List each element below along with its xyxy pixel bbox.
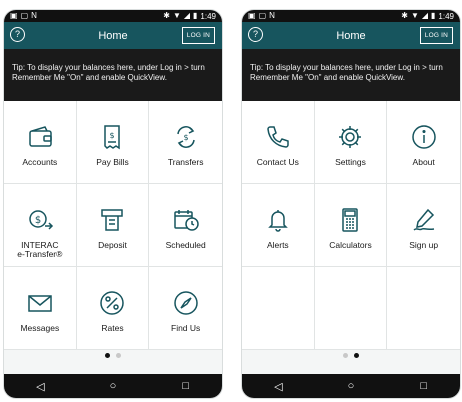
tile-label: Find Us — [171, 323, 201, 333]
n-icon: N — [269, 11, 275, 20]
notification-icon: ▢ — [20, 11, 29, 20]
tile-label: Transfers — [167, 157, 204, 167]
phone-screen-1: ▣ ▢ N ✱ ▼ ◢ ▮ 1:49 ? Home LOG IN Tip: To… — [4, 10, 222, 398]
percent-icon — [100, 291, 125, 315]
tile-sign-up[interactable]: Sign up — [387, 184, 460, 267]
tile-accounts[interactable]: Accounts — [4, 101, 77, 184]
tile-label: Scheduled — [165, 240, 206, 250]
tile-label: Deposit — [98, 240, 127, 250]
svg-text:$: $ — [110, 131, 115, 140]
tile-settings[interactable]: Settings — [314, 101, 388, 184]
tile-contact-us[interactable]: Contact Us — [242, 101, 315, 184]
status-time: 1:49 — [200, 11, 216, 21]
page-indicator — [4, 353, 222, 358]
tile-scheduled[interactable]: Scheduled — [149, 184, 222, 267]
tile-label: Alerts — [266, 240, 289, 250]
tile-label: Accounts — [22, 157, 58, 167]
calculator-icon — [342, 208, 359, 232]
tile-label-line2: e-Transfer® — [17, 249, 63, 259]
tile-label: Rates — [101, 323, 124, 333]
home-icon[interactable]: ○ — [336, 380, 366, 392]
app-header: ? Home LOG IN — [4, 22, 222, 49]
page-title: Home — [98, 29, 128, 42]
tile-label: Calculators — [329, 240, 372, 250]
home-icon[interactable]: ○ — [98, 380, 128, 392]
page-dot[interactable] — [343, 353, 348, 358]
signal-icon: ◢ — [183, 11, 191, 20]
tile-pay-bills[interactable]: $ Pay Bills — [76, 101, 150, 184]
status-bar: ▣ ▢ N ✱ ▼ ◢ ▮ 1:49 — [4, 10, 222, 22]
phone-screen-2: ▣ ▢ N ✱ ▼ ◢ ▮ 1:49 ? Home LOG IN Tip: To… — [242, 10, 460, 398]
transfer-icon: $ — [176, 126, 195, 148]
recents-icon[interactable]: □ — [171, 380, 201, 392]
tile-label: Pay Bills — [96, 157, 129, 167]
page-dot[interactable] — [116, 353, 121, 358]
wifi-icon: ▼ — [410, 11, 419, 20]
tile-transfers[interactable]: $ Transfers — [149, 101, 222, 184]
tile-find-us[interactable]: Find Us — [149, 267, 222, 350]
tile-about[interactable]: About — [387, 101, 460, 184]
home-menu-grid: Contact Us Settings About Alerts Calcula… — [242, 101, 460, 350]
tile-label: Contact Us — [256, 157, 299, 167]
tile-label: About — [412, 157, 435, 167]
empty-tile — [314, 267, 388, 350]
tile-label: Settings — [335, 157, 366, 167]
svg-text:$: $ — [183, 133, 188, 142]
help-icon[interactable]: ? — [248, 27, 263, 42]
compass-icon — [173, 291, 198, 315]
n-icon: N — [31, 11, 37, 20]
bluetooth-icon: ✱ — [163, 11, 170, 20]
help-icon[interactable]: ? — [10, 27, 25, 42]
battery-icon: ▮ — [431, 11, 436, 20]
tile-label: Sign up — [409, 240, 439, 250]
battery-icon: ▮ — [193, 11, 198, 20]
phone-icon — [267, 126, 289, 148]
info-icon — [411, 125, 436, 149]
app-header: ? Home LOG IN — [242, 22, 460, 49]
signature-icon — [413, 208, 434, 231]
atm-icon — [101, 209, 124, 231]
bell-icon — [268, 210, 288, 232]
signal-icon: ◢ — [421, 11, 429, 20]
page-dot-active[interactable] — [105, 353, 110, 358]
status-time: 1:49 — [438, 11, 454, 21]
empty-tile — [242, 267, 315, 350]
svg-text:$: $ — [35, 215, 41, 226]
gallery-icon: ▣ — [10, 11, 18, 20]
tile-deposit[interactable]: Deposit — [76, 184, 150, 267]
tile-alerts[interactable]: Alerts — [242, 184, 315, 267]
login-button[interactable]: LOG IN — [419, 27, 453, 44]
back-icon[interactable]: ◁ — [25, 380, 55, 393]
tile-interac-etransfer[interactable]: $ INTERAC e-Transfer® — [4, 184, 77, 267]
wallet-icon — [29, 126, 52, 147]
home-menu-grid: Accounts $ Pay Bills $ Transfers $ INTER… — [4, 101, 222, 350]
bill-icon: $ — [104, 125, 121, 150]
page-dot-active[interactable] — [354, 353, 359, 358]
status-bar: ▣ ▢ N ✱ ▼ ◢ ▮ 1:49 — [242, 10, 460, 22]
tile-rates[interactable]: Rates — [76, 267, 150, 350]
notification-icon: ▢ — [258, 11, 267, 20]
tile-calculators[interactable]: Calculators — [314, 184, 388, 267]
envelope-icon — [28, 295, 52, 312]
tile-messages[interactable]: Messages — [4, 267, 77, 350]
back-icon[interactable]: ◁ — [263, 380, 293, 393]
calendar-clock-icon — [173, 210, 199, 231]
wifi-icon: ▼ — [172, 11, 181, 20]
bluetooth-icon: ✱ — [401, 11, 408, 20]
android-nav-bar: ◁ ○ □ — [4, 374, 222, 398]
empty-tile — [387, 267, 460, 350]
login-button[interactable]: LOG IN — [181, 27, 215, 44]
recents-icon[interactable]: □ — [409, 380, 439, 392]
page-title: Home — [336, 29, 366, 42]
gallery-icon: ▣ — [248, 11, 256, 20]
etransfer-icon: $ — [29, 210, 53, 230]
page-indicator — [242, 353, 460, 358]
android-nav-bar: ◁ ○ □ — [242, 374, 460, 398]
quickview-tip: Tip: To display your balances here, unde… — [4, 49, 222, 101]
gear-icon — [339, 126, 362, 148]
tile-label: Messages — [20, 323, 60, 333]
quickview-tip: Tip: To display your balances here, unde… — [242, 49, 460, 101]
